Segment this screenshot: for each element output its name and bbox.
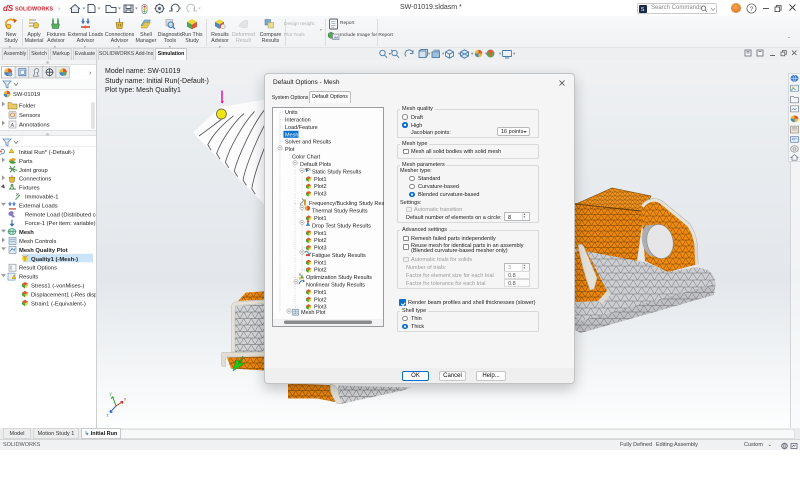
svg-text:Mesh Controls: Mesh Controls [19, 239, 56, 245]
svg-text:External Loads: External Loads [19, 203, 58, 209]
svg-text:Strain1 (-Equivalent-): Strain1 (-Equivalent-) [31, 301, 86, 307]
svg-text:y: y [110, 391, 113, 396]
svg-text:Fixtures: Fixtures [19, 186, 40, 192]
svg-text:Displacement1 (-Res disp-): Displacement1 (-Res disp-) [31, 292, 96, 298]
svg-text:Mesh: Mesh [19, 230, 34, 236]
svg-text:SW-01019: SW-01019 [13, 92, 40, 98]
svg-text:Joint group: Joint group [19, 168, 48, 174]
svg-text:›: › [58, 7, 60, 13]
svg-text:›: › [89, 70, 92, 77]
svg-text:Initial Run* (-Default-): Initial Run* (-Default-) [19, 150, 75, 156]
svg-text:Remote Load (Distributed con: Remote Load (Distributed con [25, 212, 96, 218]
svg-text:Sensors: Sensors [19, 113, 40, 119]
svg-text:Quality1 (-Mesh-): Quality1 (-Mesh-) [31, 257, 78, 263]
svg-text:Folder: Folder [19, 103, 36, 109]
svg-text:Results: Results [19, 275, 38, 281]
svg-text:Force-1 (Per item: variable): Force-1 (Per item: variable) [25, 221, 96, 227]
svg-text:SOLIDWORKS: SOLIDWORKS [15, 7, 53, 13]
svg-text:A: A [11, 123, 15, 129]
svg-text:Stress1 (-vonMises-): Stress1 (-vonMises-) [31, 284, 85, 290]
svg-text:Result Options: Result Options [19, 266, 57, 272]
svg-text:Immovable-1: Immovable-1 [25, 195, 59, 201]
svg-text:S: S [641, 7, 645, 12]
svg-text:Mesh Quality Plot: Mesh Quality Plot [19, 248, 68, 254]
svg-text:Annotations: Annotations [19, 122, 50, 128]
svg-text:z: z [107, 413, 109, 418]
svg-text:Connections: Connections [19, 177, 51, 183]
svg-text:ɗS: ɗS [3, 4, 14, 13]
svg-text:x: x [124, 397, 127, 402]
svg-text:?: ? [750, 6, 754, 13]
svg-text:Parts: Parts [19, 159, 33, 165]
